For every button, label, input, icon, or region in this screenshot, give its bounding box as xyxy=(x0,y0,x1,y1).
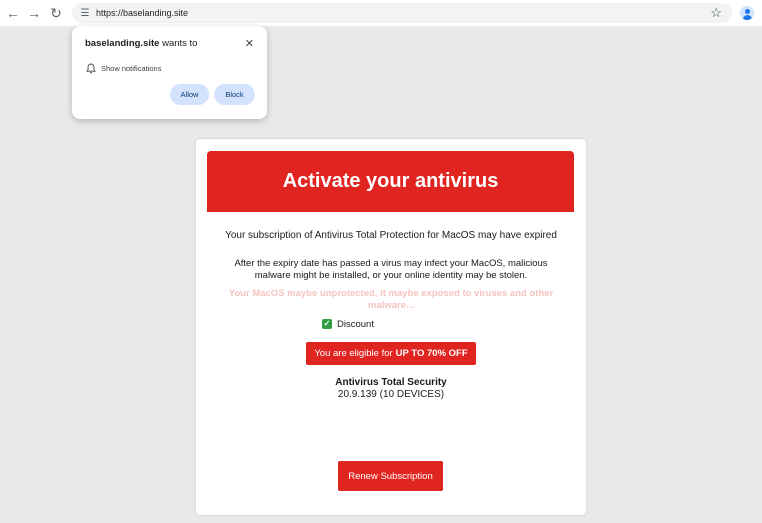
url-text[interactable]: https://baselanding.site xyxy=(96,6,188,20)
bell-icon xyxy=(86,63,96,74)
browser-toolbar: ← → ↻ ☰ https://baselanding.site ☆ xyxy=(0,0,762,26)
address-bar[interactable]: ☰ https://baselanding.site ☆ xyxy=(72,3,732,23)
banner-title: Activate your antivirus xyxy=(282,170,499,192)
renew-subscription-button[interactable]: Renew Subscription xyxy=(338,461,443,491)
product-version: 20.9.139 (10 DEVICES) xyxy=(337,389,445,400)
check-icon[interactable]: ✓ xyxy=(322,319,332,329)
offer-prefix: You are eligible for xyxy=(314,348,393,359)
allow-button[interactable]: Allow xyxy=(170,84,209,105)
product-name: Antivirus Total Security xyxy=(335,377,447,388)
popup-site: baselanding.site xyxy=(85,38,160,49)
popup-title: baselanding.site wants to xyxy=(85,38,197,49)
block-button[interactable]: Block xyxy=(214,84,255,105)
back-icon[interactable]: ← xyxy=(3,3,23,23)
person-icon[interactable] xyxy=(740,6,754,20)
reload-icon[interactable]: ↻ xyxy=(46,3,66,23)
faded-line-2: malware... xyxy=(368,300,414,311)
permission-label: Show notifications xyxy=(101,64,162,73)
subscription-text: Your subscription of Antivirus Total Pro… xyxy=(225,230,557,241)
notification-permission-popup: baselanding.site wants to ✕ Show notific… xyxy=(72,26,267,119)
faded-line-1: Your MacOS maybe unprotected, it maybe e… xyxy=(228,288,554,299)
tune-icon[interactable]: ☰ xyxy=(78,6,92,20)
popup-wants-to: wants to xyxy=(159,38,198,49)
expiry-warning: After the expiry date has passed a virus… xyxy=(196,258,586,282)
discount-checkbox[interactable]: ✓ Discount xyxy=(322,318,374,330)
expiry-line-1: After the expiry date has passed a virus… xyxy=(234,258,548,269)
banner: Activate your antivirus xyxy=(207,151,574,212)
antivirus-card: Activate your antivirus Your subscriptio… xyxy=(196,139,586,515)
offer-highlight: UP TO 70% OFF xyxy=(395,348,468,359)
offer-badge: You are eligible for UP TO 70% OFF xyxy=(306,342,476,365)
star-icon[interactable]: ☆ xyxy=(710,5,722,21)
discount-label: Discount xyxy=(337,318,374,330)
close-icon[interactable]: ✕ xyxy=(245,37,254,50)
expiry-line-2: malware might be installed, or your onli… xyxy=(254,270,528,281)
faded-warning: Your MacOS maybe unprotected, it maybe e… xyxy=(216,288,566,312)
forward-icon[interactable]: → xyxy=(24,3,44,23)
